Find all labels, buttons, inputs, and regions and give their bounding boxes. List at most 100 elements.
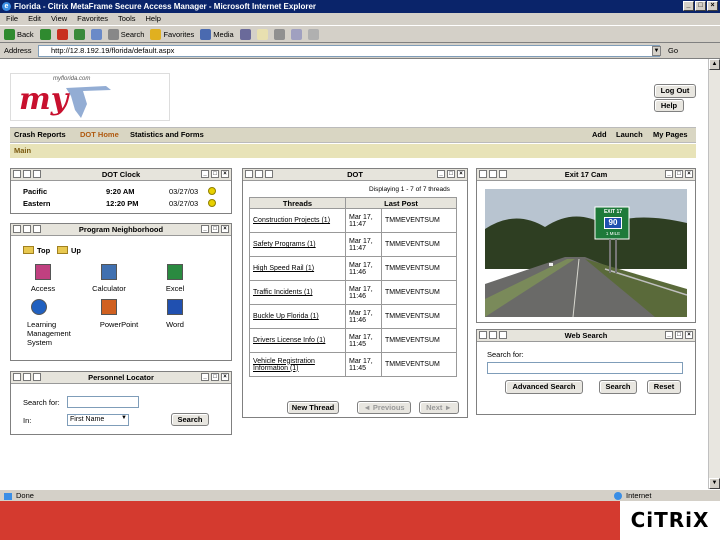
thread-link[interactable]: Drivers License Info (1) [249,328,346,353]
portlet-window-controls[interactable]: _ □ × [201,373,229,381]
powerpoint-icon[interactable] [101,299,117,315]
previous-button[interactable]: ◄ Previous [357,401,411,414]
app-word-label[interactable]: Word [153,320,197,329]
search-button[interactable]: Search [107,28,144,40]
thread-link[interactable]: Construction Projects (1) [249,208,346,233]
print-icon[interactable] [273,28,285,40]
edit-icon[interactable] [290,28,302,40]
web-search-input[interactable] [487,362,683,374]
home-icon[interactable] [90,28,102,40]
app-powerpoint-label[interactable]: PowerPoint [91,320,147,329]
window-title-bar: e Florida - Citrix MetaFrame Secure Acce… [0,0,720,13]
portlet-window-controls[interactable]: _ □ × [665,331,693,339]
nav-my-pages[interactable]: My Pages [653,128,688,142]
portlet-window-controls[interactable]: _ □ × [201,170,229,178]
favorites-button[interactable]: Favorites [150,28,194,40]
minimize-button[interactable]: _ [683,1,694,11]
program-neighborhood-portlet: Program Neighborhood _ □ × Top Up Access C… [10,223,232,361]
word-icon[interactable] [167,299,183,315]
menu-bar: File Edit View Favorites Tools Help [0,13,720,25]
thread-link[interactable]: Traffic Incidents (1) [249,280,346,305]
thread-user: TMMEVENTSUM [381,352,457,377]
ie-learning-icon[interactable] [31,299,47,315]
next-button[interactable]: Next ► [419,401,459,414]
portlet-header: DOT Clock _ □ × [11,169,231,181]
subnav-main[interactable]: Main [10,144,696,158]
scroll-down-arrow-icon[interactable]: ▼ [709,478,720,489]
locator-search-button[interactable]: Search [171,413,209,426]
nav-dot-home[interactable]: DOT Home [80,128,119,142]
ie-icon: e [2,2,11,11]
new-thread-button[interactable]: New Thread [287,401,339,414]
portlet-window-controls[interactable]: _ □ × [665,170,693,178]
menu-file[interactable]: File [6,13,18,25]
refresh-icon[interactable] [73,28,85,40]
main-nav: Crash Reports DOT Home Statistics and Fo… [10,127,696,143]
sign-exit-text: EXIT 17 [603,209,623,215]
discuss-icon[interactable] [307,28,319,40]
app-excel-label[interactable]: Excel [153,284,197,293]
forward-arrow-icon[interactable] [39,28,51,40]
table-row: Safety Programs (1) Mar 17, 11:47 TMMEVENT… [249,232,457,257]
stop-icon[interactable] [56,28,68,40]
web-search-button[interactable]: Search [599,380,637,394]
portlet-tool-icons[interactable] [13,373,41,381]
col-threads: Threads [249,197,346,209]
folder-up-link[interactable]: Up [71,246,81,255]
media-button[interactable]: Media [200,28,234,40]
thread-link[interactable]: High Speed Rail (1) [249,256,346,281]
excel-icon[interactable] [167,264,183,280]
clock-time-eastern: 12:20 PM [106,199,139,208]
portlet-tool-icons[interactable] [479,170,507,178]
logout-button[interactable]: Log Out [654,84,696,98]
back-arrow-icon [4,28,15,40]
favorites-star-icon [150,28,162,40]
access-icon[interactable] [35,264,51,280]
reset-button[interactable]: Reset [647,380,681,394]
clock-zone-pacific: Pacific [23,187,48,196]
app-calculator-label[interactable]: Calculator [87,284,131,293]
portlet-window-controls[interactable]: _ □ × [201,225,229,233]
vertical-scrollbar[interactable]: ▲ ▼ [708,59,720,489]
portlet-tool-icons[interactable] [479,331,507,339]
thread-link[interactable]: Buckle Up Florida (1) [249,304,346,329]
nav-statistics-forms[interactable]: Statistics and Forms [130,128,204,142]
chevron-down-icon[interactable]: ▼ [121,415,127,421]
thread-link[interactable]: Vehicle Registration Information (1) [249,352,346,377]
clock-date-pacific: 03/27/03 [169,187,199,196]
help-button[interactable]: Help [654,99,684,112]
nav-crash-reports[interactable]: Crash Reports [14,128,66,142]
nav-add[interactable]: Add [592,128,607,142]
back-button[interactable]: Back [4,28,34,40]
app-access-label[interactable]: Access [21,284,65,293]
maximize-button[interactable]: □ [695,1,706,11]
calculator-icon[interactable] [101,264,117,280]
mail-icon[interactable] [256,28,268,40]
portlet-tool-icons[interactable] [13,225,41,233]
menu-edit[interactable]: Edit [28,13,41,25]
portlet-header: Personnel Locator _ □ × [11,372,231,384]
thread-user: TMMEVENTSUM [381,328,457,353]
nav-launch[interactable]: Launch [616,128,643,142]
thread-link[interactable]: Safety Programs (1) [249,232,346,257]
app-learning-label[interactable]: Learning Management System [27,320,79,347]
address-dropdown-arrow[interactable]: ▼ [652,46,661,56]
locator-search-input[interactable] [67,396,139,408]
thread-user: TMMEVENTSUM [381,232,457,257]
portlet-window-controls[interactable]: _ □ × [437,170,465,178]
address-input[interactable]: http://12.8.192.19/florida/default.aspx [38,45,660,57]
search-icon [107,28,119,40]
portlet-tool-icons[interactable] [13,170,41,178]
advanced-search-button[interactable]: Advanced Search [505,380,583,394]
history-icon[interactable] [239,28,251,40]
close-button[interactable]: × [707,1,718,11]
go-button[interactable]: Go [668,45,678,57]
scroll-up-arrow-icon[interactable]: ▲ [709,59,720,70]
menu-favorites[interactable]: Favorites [77,13,108,25]
portlet-tool-icons[interactable] [245,170,273,178]
folder-top-link[interactable]: Top [37,246,50,255]
menu-tools[interactable]: Tools [118,13,136,25]
locator-field-select[interactable]: First Name [67,414,129,426]
menu-help[interactable]: Help [146,13,161,25]
menu-view[interactable]: View [51,13,67,25]
